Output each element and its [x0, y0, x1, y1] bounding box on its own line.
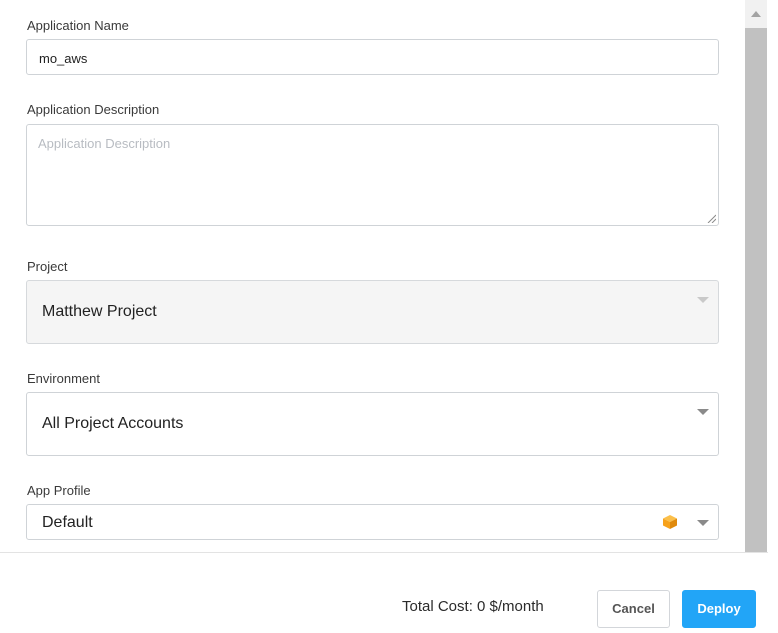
project-select[interactable]: Matthew Project: [26, 280, 719, 344]
scroll-up-arrow-icon[interactable]: [751, 11, 761, 17]
app-name-label: Application Name: [27, 18, 129, 33]
chevron-down-icon: [697, 520, 709, 526]
app-description-label: Application Description: [27, 102, 160, 117]
environment-select[interactable]: All Project Accounts: [26, 392, 719, 456]
total-cost-text: Total Cost: 0 $/month: [402, 598, 544, 615]
footer: Total Cost: 0 $/month Cancel Deploy: [0, 553, 778, 633]
project-value: Matthew Project: [42, 303, 157, 320]
app-name-input[interactable]: mo_aws: [26, 39, 719, 75]
project-label: Project: [27, 259, 68, 274]
chevron-down-icon: [697, 409, 709, 415]
resize-grip-icon[interactable]: [706, 213, 716, 223]
cancel-button[interactable]: Cancel: [597, 590, 670, 628]
app-profile-value: Default: [42, 514, 93, 531]
app-profile-select[interactable]: Default: [26, 504, 719, 540]
deploy-button[interactable]: Deploy: [682, 590, 756, 628]
environment-value: All Project Accounts: [42, 415, 184, 432]
aws-box-icon: [663, 515, 677, 529]
app-profile-label: App Profile: [27, 483, 91, 498]
vertical-scrollbar[interactable]: [745, 0, 767, 552]
app-description-placeholder: Application Description: [38, 136, 171, 151]
app-description-textarea[interactable]: Application Description: [26, 124, 719, 226]
scrollbar-thumb[interactable]: [745, 28, 767, 552]
app-name-value: mo_aws: [39, 51, 88, 66]
environment-label: Environment: [27, 371, 100, 386]
chevron-down-icon: [697, 297, 709, 303]
deploy-form: Application Name mo_aws Application Desc…: [0, 0, 745, 552]
